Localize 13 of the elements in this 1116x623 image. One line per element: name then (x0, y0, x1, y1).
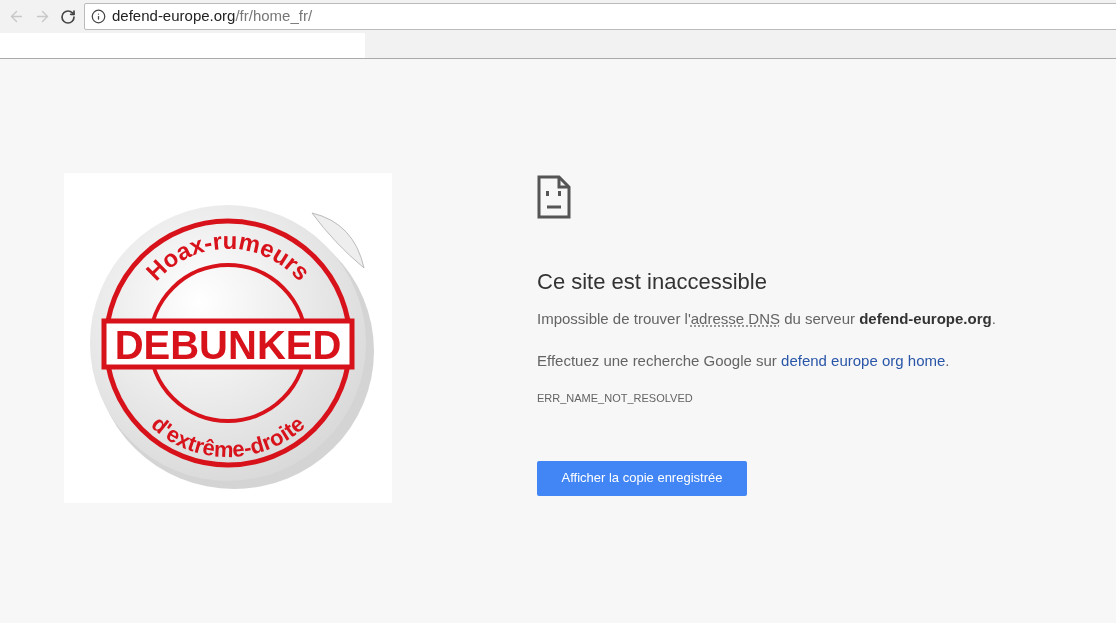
url-text: defend-europe.org/fr/home_fr/ (112, 6, 313, 27)
error-message: Impossible de trouver l'adresse DNS du serveur defend-europe.org. (537, 309, 996, 329)
error-code: ERR_NAME_NOT_RESOLVED (537, 391, 693, 406)
address-bar[interactable]: defend-europe.org/fr/home_fr/ (84, 3, 1116, 30)
error-title: Ce site est inaccessible (537, 268, 767, 296)
stamp-text: DEBUNKED (114, 323, 342, 367)
curled-corner (311, 212, 365, 269)
info-icon[interactable] (91, 9, 106, 24)
reload-icon (60, 8, 76, 25)
show-cached-copy-button[interactable]: Afficher la copie enregistrée (537, 460, 747, 496)
search-suggestion: Effectuez une recherche Google sur defend europe org home. (537, 350, 950, 371)
search-link[interactable]: defend europe org home (781, 351, 946, 369)
sad-page-icon (537, 175, 571, 219)
